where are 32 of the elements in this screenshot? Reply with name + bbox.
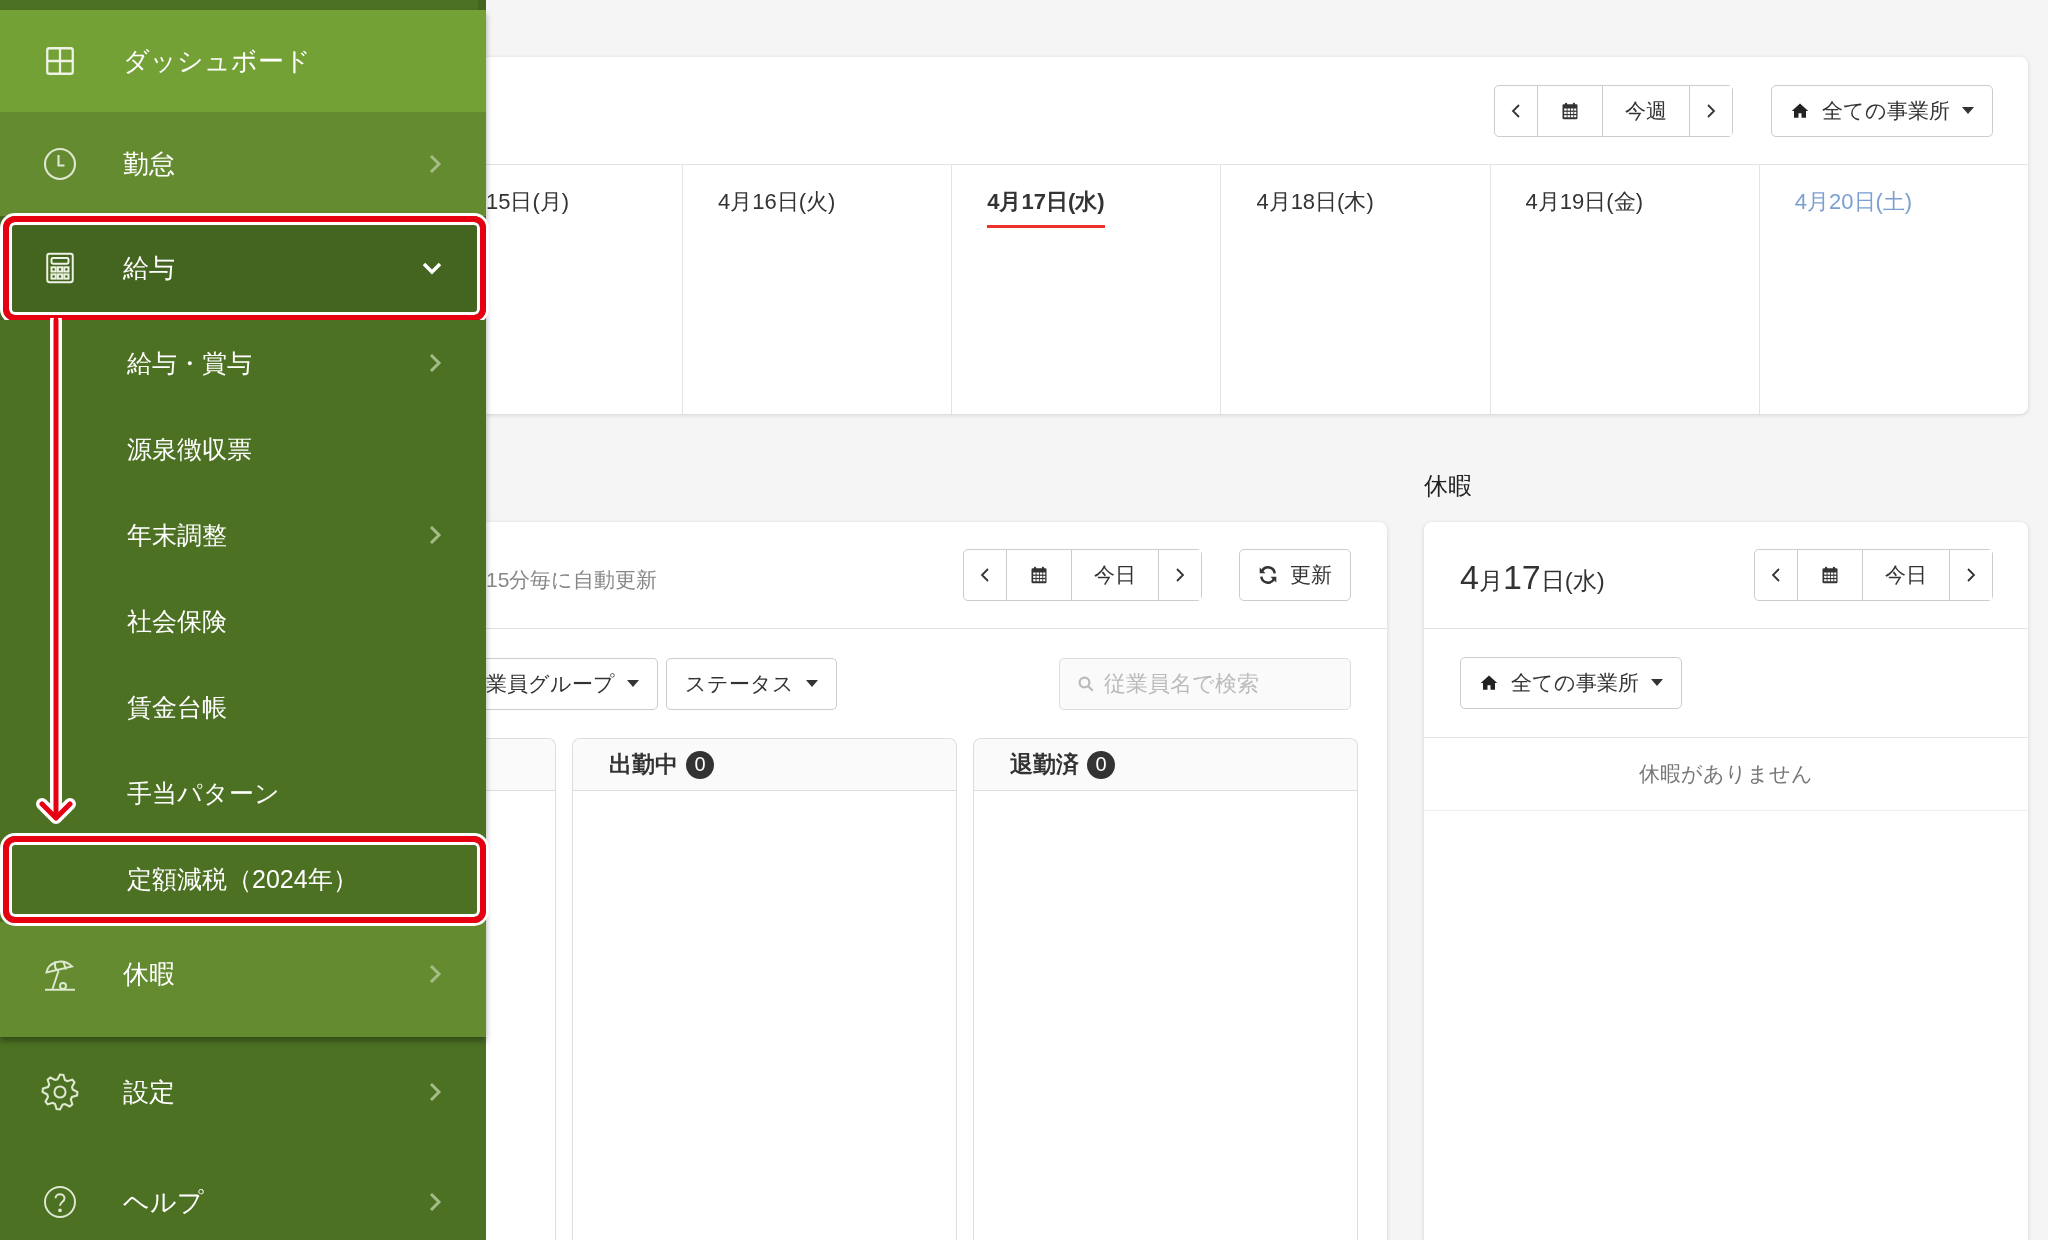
count-badge: 0 bbox=[1087, 750, 1115, 779]
date-heading: 4月 17 日(水) bbox=[1460, 556, 1605, 597]
day-heading: 4月19日(金) bbox=[1525, 188, 1643, 216]
empty-message: 休暇がありません bbox=[1639, 761, 1813, 787]
filter-dropdown[interactable]: 業員グループ bbox=[486, 657, 658, 710]
column-title: 退勤済 bbox=[1010, 750, 1079, 779]
office-dropdown[interactable]: 全ての事業所 bbox=[1460, 657, 1682, 709]
submenu-item[interactable]: 給与・賞与 bbox=[0, 320, 486, 406]
submenu-item[interactable]: 手当パターン bbox=[0, 750, 486, 836]
day-heading: 4月18日(木) bbox=[1256, 188, 1374, 216]
sidebar-item[interactable]: 休暇 bbox=[0, 922, 486, 1026]
search-field[interactable]: 従業員名で検索 bbox=[1059, 657, 1351, 710]
sidebar-item[interactable]: 設定 bbox=[0, 1037, 486, 1147]
filter-dropdown[interactable]: ステータス bbox=[666, 657, 837, 710]
sidebar-item[interactable]: 勤怠 bbox=[0, 112, 486, 216]
submenu-item[interactable]: 年末調整 bbox=[0, 492, 486, 578]
day-heading: 15日(月) bbox=[486, 188, 570, 216]
sidebar-item[interactable]: ダッシュボード bbox=[0, 10, 486, 112]
submenu-item[interactable]: 賃金台帳 bbox=[0, 664, 486, 750]
sidebar-item[interactable]: 給与 bbox=[0, 216, 486, 320]
column-title: 出勤中 bbox=[609, 750, 678, 779]
office-dropdown[interactable]: 全ての事業所 bbox=[1771, 84, 1993, 137]
auto-refresh-note: 15分毎に自動更新 bbox=[486, 567, 659, 593]
refresh-button[interactable]: 更新 bbox=[1239, 549, 1351, 601]
section-heading: 休暇 bbox=[1424, 471, 1473, 501]
day-heading: 4月20日(土) bbox=[1794, 188, 1913, 216]
submenu-item[interactable]: 源泉徴収票 bbox=[0, 406, 486, 492]
count-badge: 0 bbox=[686, 750, 714, 779]
day-heading: 4月16日(火) bbox=[718, 188, 836, 216]
day-heading: 4月17日(水) bbox=[987, 187, 1105, 228]
submenu-item[interactable]: 社会保険 bbox=[0, 578, 486, 664]
sidebar-item[interactable]: ヘルプ bbox=[0, 1147, 486, 1240]
